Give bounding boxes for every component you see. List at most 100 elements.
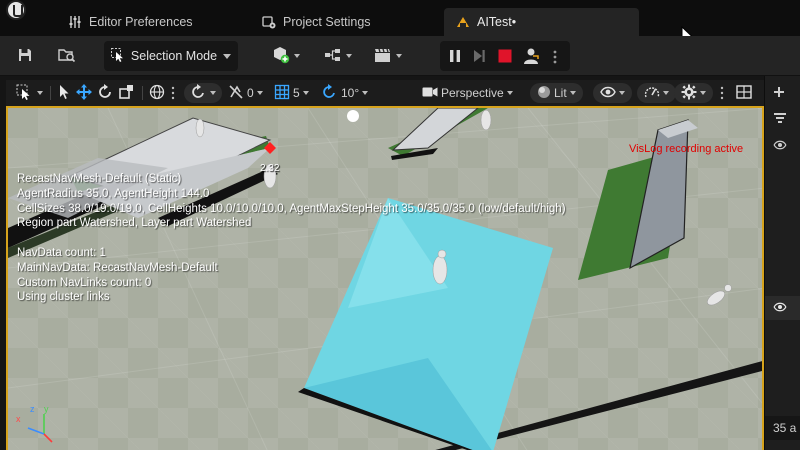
camera-icon <box>422 86 438 101</box>
move-arrows-icon <box>76 83 92 103</box>
lighting-label: Lit <box>554 86 567 100</box>
stats-line: CellSizes 38.0/19.0/19.0, CellHeights 10… <box>17 202 566 215</box>
axis-label-x: x <box>16 414 21 424</box>
snap-disabled-icon <box>228 84 244 103</box>
scale-tool-button[interactable] <box>118 83 134 103</box>
more-options-icon[interactable] <box>171 83 175 103</box>
folder-search-icon <box>58 47 76 66</box>
arrow-cursor-icon <box>58 84 70 103</box>
surface-snap-icon <box>191 83 207 103</box>
perspective-dropdown[interactable]: Perspective <box>422 83 513 103</box>
outliner-panel: 35 a <box>764 76 800 450</box>
scale-icon <box>118 84 134 103</box>
viewport-settings-dropdown[interactable] <box>674 83 713 103</box>
frame-skip-icon[interactable] <box>471 48 487 67</box>
outliner-filter-button[interactable] <box>765 108 800 130</box>
angle-snap-value: 10° <box>341 86 360 100</box>
viewport-options-dropdown[interactable] <box>16 83 43 103</box>
gear-icon <box>681 84 697 103</box>
toolbar-divider <box>142 86 143 100</box>
stats-line: MainNavData: RecastNavMesh-Default <box>17 261 218 274</box>
rotate-tool-button[interactable] <box>97 83 113 103</box>
chevron-down-icon <box>663 91 669 95</box>
more-options-icon[interactable] <box>720 83 724 103</box>
view-mode-label: Perspective <box>441 86 504 100</box>
rotation-snap-dropdown[interactable]: 0 <box>228 83 263 103</box>
details-value-field[interactable]: 35 a <box>765 416 800 440</box>
chevron-down-icon <box>210 91 216 95</box>
chevron-down-icon <box>294 54 300 58</box>
chevron-down-icon <box>346 54 352 58</box>
blueprint-graph-icon <box>324 48 342 65</box>
clapperboard-icon <box>374 47 392 66</box>
toolbar-divider <box>50 86 51 100</box>
cinematics-button[interactable] <box>368 41 408 71</box>
grid-snap-dropdown[interactable]: 5 <box>274 83 309 103</box>
tab-bar: Editor Preferences Project Settings AITe… <box>0 0 800 44</box>
chevron-down-icon <box>362 91 369 95</box>
chevron-down-icon <box>619 91 625 95</box>
tab-editor-preferences[interactable]: Editor Preferences <box>56 8 205 36</box>
level-icon <box>456 15 470 29</box>
level-viewport[interactable]: 2.32 VisLog recording active RecastNavMe… <box>6 106 764 450</box>
stats-line: NavData count: 1 <box>17 246 106 259</box>
angle-snap-dropdown[interactable]: 10° <box>322 83 369 103</box>
eye-icon <box>600 86 616 101</box>
tab-aitest[interactable]: AITest• <box>444 8 639 36</box>
lit-sphere-icon <box>537 85 551 102</box>
selection-cursor-icon <box>110 47 125 65</box>
blueprints-button[interactable] <box>318 41 358 71</box>
chevron-down-icon <box>223 53 232 59</box>
play-controls <box>440 41 570 71</box>
eye-icon <box>773 302 787 315</box>
stats-line: Region part Watershed, Layer part Waters… <box>17 217 252 230</box>
stats-line: Using cluster links <box>17 291 110 304</box>
selection-mode-dropdown[interactable]: Selection Mode <box>104 41 238 71</box>
chevron-down-icon <box>256 91 263 95</box>
globe-icon <box>149 84 165 103</box>
viewport-layout-button[interactable] <box>736 83 752 103</box>
tab-label: Project Settings <box>283 15 371 29</box>
pause-icon[interactable] <box>447 48 463 67</box>
outliner-visibility-toggle[interactable] <box>765 136 800 156</box>
rotation-snap-value: 0 <box>247 86 254 100</box>
lighting-mode-dropdown[interactable]: Lit <box>530 83 583 103</box>
more-options-icon[interactable] <box>552 49 558 68</box>
translate-tool-button[interactable] <box>76 83 92 103</box>
stats-line: Custom NavLinks count: 0 <box>17 276 152 289</box>
viewport-toolbar: 0 5 10° Perspective Lit <box>6 80 764 106</box>
add-actor-button[interactable] <box>266 41 306 71</box>
project-settings-icon <box>262 15 276 29</box>
chevron-down-icon <box>302 91 309 95</box>
outliner-visibility-toggle[interactable] <box>765 296 800 320</box>
angle-snap-icon <box>322 83 338 103</box>
world-local-toggle[interactable] <box>149 83 165 103</box>
selection-mode-label: Selection Mode <box>130 49 218 63</box>
stats-line: AgentRadius 35.0, AgentHeight 144.0 <box>17 187 210 200</box>
axis-label-y: y <box>44 404 49 414</box>
gauge-icon <box>644 85 660 102</box>
rotate-icon <box>97 83 113 103</box>
select-tool-button[interactable] <box>58 83 70 103</box>
save-icon <box>17 47 33 66</box>
eye-icon <box>773 140 787 153</box>
stop-icon[interactable] <box>497 48 513 67</box>
surface-snapping-dropdown[interactable] <box>184 83 222 103</box>
chevron-down-icon <box>37 91 43 95</box>
possess-pawn-icon[interactable] <box>522 47 540 68</box>
performance-scalability-dropdown[interactable] <box>637 83 676 103</box>
vislog-status-text: VisLog recording active <box>629 143 744 155</box>
stats-line: RecastNavMesh-Default (Static) <box>17 173 182 185</box>
tab-label: Editor Preferences <box>89 15 193 29</box>
layout-grid-icon <box>736 84 752 102</box>
outliner-add-button[interactable] <box>765 82 800 104</box>
save-button[interactable] <box>10 41 40 71</box>
grid-snap-value: 5 <box>293 86 300 100</box>
browse-content-button[interactable] <box>52 41 82 71</box>
show-flags-dropdown[interactable] <box>593 83 632 103</box>
plus-icon <box>773 86 785 101</box>
chevron-down-icon <box>569 91 576 95</box>
unreal-logo-icon[interactable] <box>6 0 26 20</box>
chevron-down-icon <box>396 54 402 58</box>
tab-project-settings[interactable]: Project Settings <box>250 8 383 36</box>
